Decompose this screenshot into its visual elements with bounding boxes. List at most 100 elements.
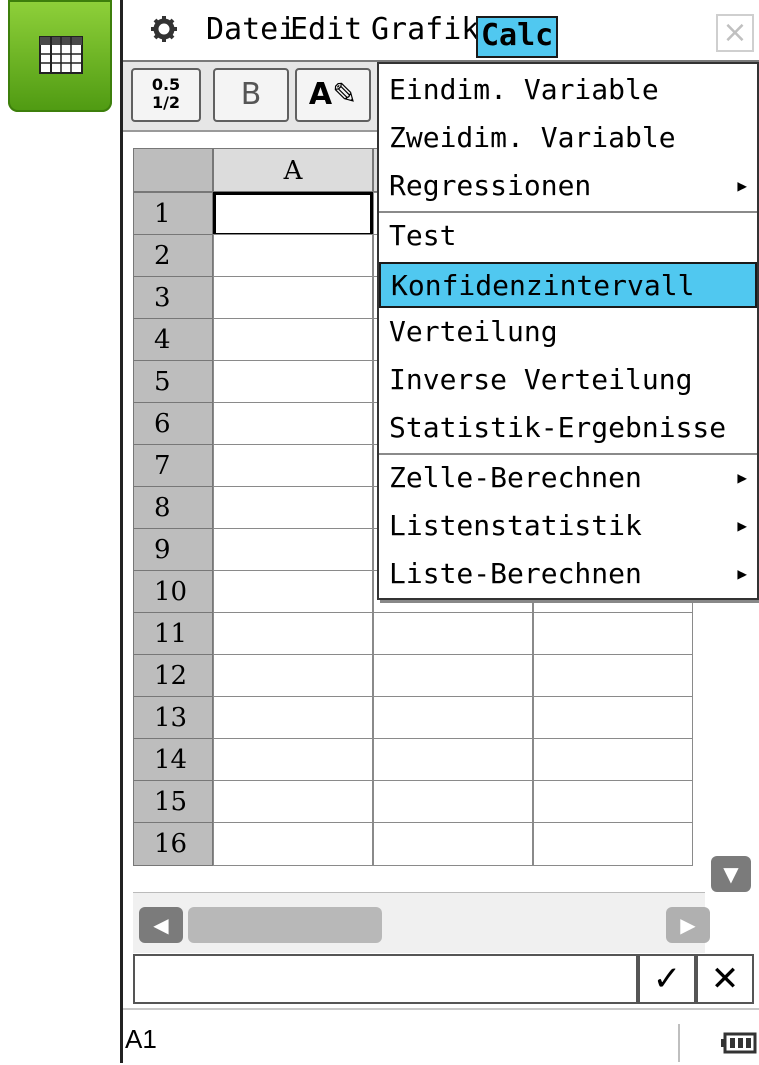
menu-item-label: Inverse Verteilung: [389, 363, 693, 396]
menu-item-label: Zweidim. Variable: [389, 121, 676, 154]
menu-item-label: Listenstatistik: [389, 509, 642, 542]
submenu-arrow-icon: ▶: [737, 564, 747, 583]
scroll-left-icon[interactable]: ◀: [139, 907, 183, 943]
row-header[interactable]: 7: [133, 444, 213, 488]
grid-cell[interactable]: [213, 528, 373, 572]
row-header[interactable]: 16: [133, 822, 213, 866]
submenu-arrow-icon: ▶: [737, 468, 747, 487]
menu-item-verteilung[interactable]: Verteilung: [379, 310, 757, 356]
menu-item-label: Zelle-Berechnen: [389, 461, 642, 494]
grid-cell[interactable]: [533, 780, 693, 824]
battery-icon: [721, 1032, 757, 1054]
row-header[interactable]: 2: [133, 234, 213, 278]
grid-cell[interactable]: [213, 612, 373, 656]
status-bar: A1: [123, 1008, 759, 1065]
grid-cell[interactable]: [213, 570, 373, 614]
grid-cell[interactable]: [373, 696, 533, 740]
grid-cell[interactable]: [213, 360, 373, 404]
spreadsheet-app-icon[interactable]: [8, 0, 112, 112]
menu-item-label: Eindim. Variable: [389, 73, 659, 106]
grid-cell[interactable]: [213, 276, 373, 320]
menu-item-regressionen[interactable]: Regressionen ▶: [379, 164, 757, 210]
grid-cell[interactable]: [213, 696, 373, 740]
scroll-down-icon[interactable]: ▼: [711, 856, 751, 892]
horizontal-scrollbar[interactable]: ◀ ▶: [133, 892, 710, 953]
table-icon: [39, 36, 83, 74]
menu-item-inverse-verteilung[interactable]: Inverse Verteilung: [379, 358, 757, 404]
fraction-bottom-label: 1/2: [151, 93, 181, 112]
grid-cell[interactable]: [213, 822, 373, 866]
row-header[interactable]: 11: [133, 612, 213, 656]
grid-cell[interactable]: [533, 822, 693, 866]
menu-edit[interactable]: Edit: [287, 10, 365, 50]
grid-cell[interactable]: [213, 780, 373, 824]
row-header[interactable]: 8: [133, 486, 213, 530]
menu-item-label: Verteilung: [389, 315, 558, 348]
cell-entry-field[interactable]: [133, 954, 638, 1004]
grid-cell[interactable]: [213, 486, 373, 530]
menu-item-test[interactable]: Test: [379, 214, 757, 260]
status-divider: [678, 1024, 680, 1062]
column-header-a[interactable]: A: [213, 148, 373, 192]
menu-item-label: Konfidenzintervall: [391, 269, 695, 302]
row-header[interactable]: 10: [133, 570, 213, 614]
menu-item-eindim-variable[interactable]: Eindim. Variable: [379, 68, 757, 114]
decimal-fraction-toggle-button[interactable]: 0.5 1/2: [131, 68, 201, 122]
scroll-right-icon[interactable]: ▶: [666, 907, 710, 943]
cancel-button[interactable]: ✕: [696, 954, 754, 1004]
menu-item-label: Statistik-Ergebnisse: [389, 411, 727, 444]
menu-item-label: Test: [389, 219, 457, 252]
fraction-top-label: 0.5: [151, 75, 181, 94]
row-header[interactable]: 14: [133, 738, 213, 782]
confirm-button[interactable]: ✓: [638, 954, 696, 1004]
submenu-arrow-icon: ▶: [737, 176, 747, 195]
menu-separator: [379, 453, 757, 455]
row-header[interactable]: 13: [133, 696, 213, 740]
row-header[interactable]: 5: [133, 360, 213, 404]
grid-cell[interactable]: [213, 738, 373, 782]
grid-cell[interactable]: [213, 402, 373, 446]
grid-cell[interactable]: [533, 738, 693, 782]
menu-item-listenstatistik[interactable]: Listenstatistik ▶: [379, 504, 757, 550]
menu-item-label: Regressionen: [389, 169, 592, 202]
menu-item-konfidenzintervall[interactable]: Konfidenzintervall: [379, 262, 757, 308]
grid-cell[interactable]: [213, 234, 373, 278]
menu-item-liste-berechnen[interactable]: Liste-Berechnen ▶: [379, 552, 757, 598]
grid-cell[interactable]: [533, 696, 693, 740]
row-header[interactable]: 15: [133, 780, 213, 824]
selected-cell[interactable]: [213, 192, 373, 236]
grid-cell[interactable]: [373, 738, 533, 782]
menu-item-label: Liste-Berechnen: [389, 557, 642, 590]
menu-grafik[interactable]: Grafik: [368, 10, 482, 50]
grid-cell[interactable]: [213, 444, 373, 488]
grid-cell[interactable]: [213, 318, 373, 362]
row-header[interactable]: 1: [133, 192, 213, 236]
menu-datei[interactable]: Datei: [203, 10, 299, 50]
row-header[interactable]: 9: [133, 528, 213, 572]
grid-cell[interactable]: [533, 612, 693, 656]
submenu-arrow-icon: ▶: [737, 516, 747, 535]
gear-icon[interactable]: [151, 16, 177, 42]
row-header[interactable]: 3: [133, 276, 213, 320]
menu-calc[interactable]: Calc: [476, 16, 559, 58]
grid-cell[interactable]: [373, 654, 533, 698]
grid-cell[interactable]: [213, 654, 373, 698]
grid-cell[interactable]: [373, 822, 533, 866]
grid-corner[interactable]: [133, 148, 213, 192]
current-cell-reference: A1: [125, 1024, 157, 1054]
grid-cell[interactable]: [373, 612, 533, 656]
close-button[interactable]: ×: [716, 14, 754, 52]
format-button[interactable]: A✎: [295, 68, 371, 122]
grid-cell[interactable]: [533, 654, 693, 698]
row-header[interactable]: 6: [133, 402, 213, 446]
menu-item-statistik-ergebnisse[interactable]: Statistik-Ergebnisse: [379, 406, 757, 452]
calc-dropdown-menu: Eindim. Variable Zweidim. Variable Regress…: [377, 62, 759, 600]
menu-item-zweidim-variable[interactable]: Zweidim. Variable: [379, 116, 757, 162]
grid-cell[interactable]: [373, 780, 533, 824]
horizontal-scroll-thumb[interactable]: [188, 907, 382, 943]
row-header[interactable]: 12: [133, 654, 213, 698]
row-header[interactable]: 4: [133, 318, 213, 362]
menu-item-zelle-berechnen[interactable]: Zelle-Berechnen ▶: [379, 456, 757, 502]
bold-button[interactable]: B: [213, 68, 289, 122]
menu-separator: [379, 211, 757, 213]
